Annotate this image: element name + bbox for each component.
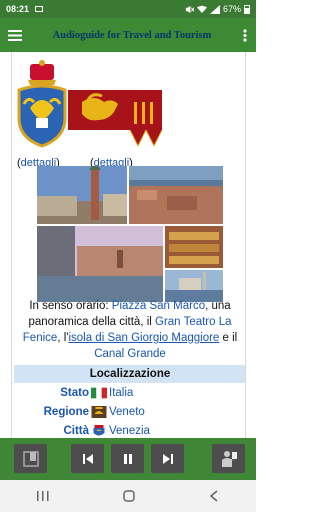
audio-player-bar — [0, 438, 256, 480]
localizzazione-table: Stato Italia Regione Veneto Città Venezi… — [14, 383, 245, 438]
back-icon[interactable] — [208, 489, 220, 503]
localizzazione-heading: Localizzazione — [14, 365, 245, 383]
app-title: Audioguide for Travel and Tourism — [52, 29, 212, 41]
venice-coat-of-arms-icon — [93, 424, 105, 435]
system-navigation-bar — [0, 480, 256, 512]
tour-guide-icon — [221, 450, 237, 467]
isola-san-giorgio-maggiore-link[interactable]: isola di San Giorgio Maggiore — [68, 332, 219, 344]
row-key[interactable]: Città — [14, 425, 91, 437]
battery-percent: 67% — [222, 4, 241, 14]
grand-canal-photo — [37, 226, 163, 302]
row-value[interactable]: Italia — [109, 387, 133, 399]
row-value[interactable]: Veneto — [109, 406, 145, 418]
table-row: Stato Italia — [14, 383, 245, 402]
pause-button[interactable] — [111, 444, 144, 473]
venice-photo-collage[interactable] — [37, 166, 223, 302]
battery-icon — [244, 4, 250, 14]
table-row: Regione Veneto — [14, 402, 245, 421]
status-bar: 08:21 67% — [0, 0, 256, 18]
piazza-san-marco-link[interactable]: Piazza San Marco — [112, 300, 205, 312]
piazza-san-marco-photo — [37, 166, 127, 224]
row-key[interactable]: Stato — [14, 387, 91, 399]
row-key[interactable]: Regione — [14, 406, 91, 418]
overflow-menu-button[interactable] — [234, 18, 256, 52]
more-vertical-icon — [243, 28, 247, 42]
bookmark-icon — [22, 450, 39, 467]
app-bar: Audioguide for Travel and Tourism — [0, 18, 256, 52]
app-screen: 08:21 67% Audioguide for Travel and Tour… — [0, 0, 256, 512]
pause-icon — [123, 453, 132, 464]
table-row: Città Venezia — [14, 421, 245, 438]
next-icon — [162, 453, 173, 464]
hamburger-icon — [8, 29, 22, 41]
italy-flag-icon — [91, 387, 107, 398]
bookmark-button[interactable] — [14, 444, 47, 473]
wifi-icon — [196, 5, 207, 13]
recent-apps-icon[interactable] — [36, 490, 50, 502]
tour-guide-button[interactable] — [212, 444, 245, 473]
venice-flag-image — [68, 90, 162, 146]
hamburger-menu-button[interactable] — [0, 18, 30, 52]
article-content: (dettagli) (dettagli) In senso orario: P… — [11, 52, 246, 438]
canal-grande-link[interactable]: Canal Grande — [94, 348, 166, 360]
signal-icon — [209, 4, 220, 14]
veneto-coat-of-arms-icon — [91, 405, 107, 418]
home-icon[interactable] — [122, 489, 136, 503]
next-button[interactable] — [151, 444, 184, 473]
previous-icon — [82, 453, 93, 464]
la-fenice-theatre-photo — [165, 226, 223, 268]
row-value[interactable]: Venezia — [109, 425, 150, 437]
venice-coat-of-arms-image — [17, 60, 67, 148]
venice-panorama-photo — [129, 166, 223, 224]
gallery-notification-icon — [35, 6, 44, 12]
collage-caption: In senso orario: Piazza San Marco, una p… — [22, 300, 238, 360]
status-time: 08:21 — [6, 4, 30, 14]
previous-button[interactable] — [71, 444, 104, 473]
status-right: 67% — [185, 4, 250, 14]
mute-icon — [185, 5, 194, 13]
